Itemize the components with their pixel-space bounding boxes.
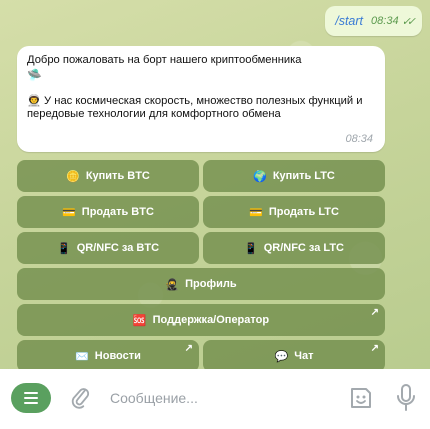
- sticker-icon[interactable]: [348, 385, 374, 411]
- features-paragraph: 👨‍🚀 У нас космическая скорость, множеств…: [27, 95, 375, 121]
- message-input-bar: Сообщение...: [0, 369, 430, 429]
- outgoing-message-meta: 08:34 ✓✓: [371, 15, 417, 28]
- sell-ltc-button[interactable]: 💳 Продать LTC: [203, 196, 385, 228]
- qr-ltc-button[interactable]: 📱 QR/NFC за LTC: [203, 232, 385, 264]
- bot-keyboard: 🪙 Купить BTC 🌍 Купить LTC 💳 Продать BTC …: [17, 160, 385, 376]
- features-text: У нас космическая скорость, множество по…: [27, 95, 363, 120]
- ninja-icon: 🥷: [165, 278, 180, 291]
- sell-ltc-label: Продать LTC: [268, 206, 339, 218]
- read-checks-icon: ✓✓: [401, 15, 417, 28]
- news-label: Новости: [94, 350, 141, 362]
- welcome-line: Добро пожаловать на борт нашего криптооб…: [27, 54, 302, 66]
- card-icon: 💳: [249, 206, 263, 219]
- support-label: Поддержка/Оператор: [152, 314, 270, 326]
- buy-btc-button[interactable]: 🪙 Купить BTC: [17, 160, 199, 192]
- speech-bubble-icon: 💬: [274, 350, 289, 363]
- outgoing-message-text[interactable]: /start: [335, 14, 363, 28]
- buy-ltc-button[interactable]: 🌍 Купить LTC: [203, 160, 385, 192]
- incoming-message[interactable]: Добро пожаловать на борт нашего криптооб…: [17, 46, 385, 152]
- phone-icon: 📱: [56, 242, 71, 255]
- menu-icon[interactable]: [11, 383, 51, 413]
- chat-button[interactable]: 💬 Чат ↗: [203, 340, 385, 372]
- sell-btc-button[interactable]: 💳 Продать BTC: [17, 196, 199, 228]
- globe-icon: 🌍: [253, 170, 267, 183]
- astronaut-icon: 👨‍🚀: [27, 95, 41, 107]
- sell-btc-label: Продать BTC: [81, 206, 154, 218]
- external-link-icon: ↗: [370, 343, 379, 354]
- profile-button[interactable]: 🥷 Профиль: [17, 268, 385, 300]
- phone-icon: 📱: [244, 242, 258, 255]
- external-link-icon: ↗: [184, 343, 193, 354]
- microphone-icon[interactable]: [396, 383, 416, 413]
- qr-btc-label: QR/NFC за BTC: [76, 242, 160, 254]
- envelope-icon: ✉️: [75, 350, 89, 363]
- buy-ltc-label: Купить LTC: [272, 170, 335, 182]
- profile-label: Профиль: [185, 278, 237, 290]
- support-button[interactable]: 🆘 Поддержка/Оператор ↗: [17, 304, 385, 336]
- message-input[interactable]: Сообщение...: [110, 390, 198, 406]
- outgoing-message[interactable]: /start 08:34 ✓✓: [325, 6, 422, 36]
- qr-ltc-label: QR/NFC за LTC: [263, 242, 344, 254]
- paperclip-icon[interactable]: [70, 385, 92, 411]
- buy-btc-label: Купить BTC: [85, 170, 150, 182]
- qr-btc-button[interactable]: 📱 QR/NFC за BTC: [17, 232, 199, 264]
- outgoing-message-time: 08:34: [371, 15, 399, 27]
- card-icon: 💳: [62, 206, 76, 219]
- news-button[interactable]: ✉️ Новости ↗: [17, 340, 199, 372]
- sos-icon: 🆘: [132, 314, 147, 327]
- chat-label: Чат: [294, 350, 314, 362]
- ufo-icon: 🛸: [27, 68, 42, 82]
- coin-icon: 🪙: [66, 170, 80, 183]
- incoming-message-time: 08:34: [345, 133, 373, 145]
- external-link-icon: ↗: [370, 307, 379, 318]
